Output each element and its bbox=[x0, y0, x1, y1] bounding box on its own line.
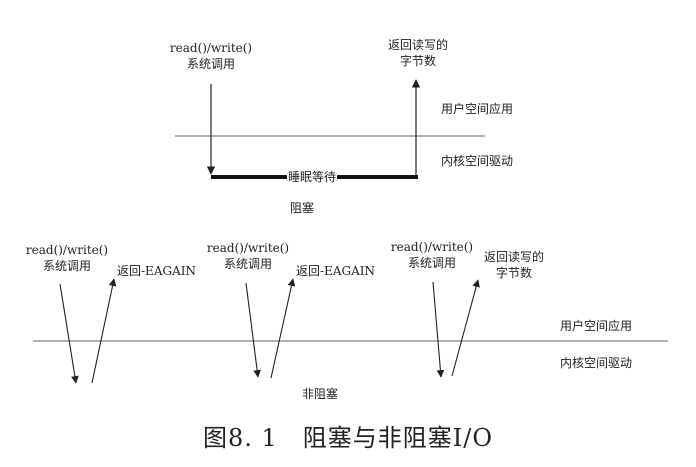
nonblocking-call-arrow-1 bbox=[59, 283, 79, 384]
nonblocking-user-space-label: 用户空间应用 bbox=[560, 319, 633, 333]
nonblocking-return-arrow-1 bbox=[91, 278, 117, 384]
blocking-user-space-label: 用户空间应用 bbox=[441, 102, 514, 116]
nonblocking-call3-label: read()/write() 系统调用 bbox=[389, 239, 475, 271]
nonblocking-call1-line1: read()/write() bbox=[25, 243, 109, 257]
nonblocking-call2-label: read()/write() 系统调用 bbox=[205, 240, 291, 272]
nonblocking-call3-line1: read()/write() bbox=[390, 240, 474, 254]
nonblocking-return3-line1: 返回读写的 bbox=[483, 250, 544, 264]
blocking-kernel-space-label: 内核空间驱动 bbox=[441, 154, 514, 168]
blocking-return-label: 返回读写的 字节数 bbox=[378, 37, 458, 69]
figure-caption: 图8. 1 阻塞与非阻塞I/O bbox=[202, 424, 494, 452]
nonblocking-call1-line2: 系统调用 bbox=[42, 259, 91, 273]
nonblocking-call-arrow-2 bbox=[245, 282, 261, 378]
nonblocking-return1-label: 返回-EAGAIN bbox=[117, 264, 196, 278]
blocking-syscall-line1: read()/write() bbox=[169, 41, 253, 55]
blocking-title: 阻塞 bbox=[289, 201, 314, 215]
nonblocking-call3-line2: 系统调用 bbox=[407, 256, 456, 270]
nonblocking-call2-line2: 系统调用 bbox=[223, 257, 272, 271]
nonblocking-return3-label: 返回读写的 字节数 bbox=[474, 249, 554, 281]
blocking-syscall-label: read()/write() 系统调用 bbox=[168, 40, 254, 72]
nonblocking-return-arrow-3 bbox=[451, 279, 480, 377]
nonblocking-call-arrow-3 bbox=[432, 281, 445, 378]
nonblocking-kernel-space-label: 内核空间驱动 bbox=[560, 356, 633, 370]
nonblocking-return2-label: 返回-EAGAIN bbox=[296, 264, 375, 278]
nonblocking-return3-line2: 字节数 bbox=[495, 266, 532, 280]
blocking-return-line1: 返回读写的 bbox=[387, 38, 448, 52]
blocking-syscall-line2: 系统调用 bbox=[186, 57, 235, 71]
nonblocking-call2-line1: read()/write() bbox=[206, 241, 290, 255]
nonblocking-return-arrow-2 bbox=[270, 278, 296, 379]
blocking-return-line2: 字节数 bbox=[399, 54, 436, 68]
nonblocking-call1-label: read()/write() 系统调用 bbox=[24, 242, 110, 274]
sleep-wait-label: 睡眠等待 bbox=[287, 169, 338, 185]
nonblocking-title: 非阻塞 bbox=[301, 387, 338, 401]
